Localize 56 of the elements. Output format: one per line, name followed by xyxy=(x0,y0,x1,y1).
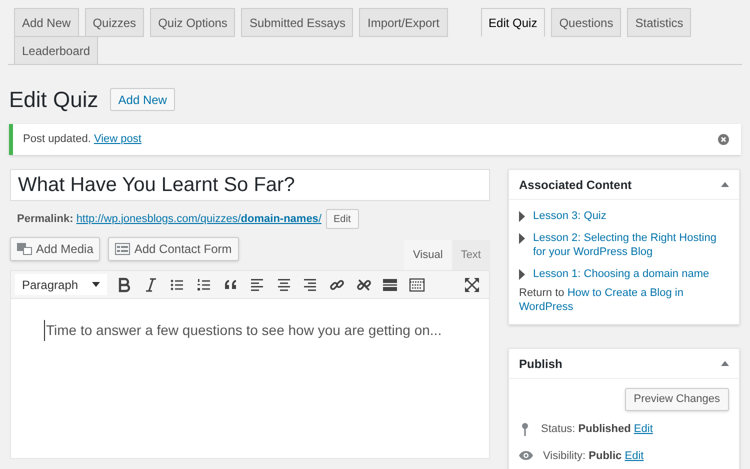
tab[interactable]: Quizzes xyxy=(84,8,144,37)
fullscreen-icon xyxy=(464,276,480,292)
preview-button[interactable]: Preview Changes xyxy=(624,388,729,411)
align-left-icon xyxy=(249,276,266,292)
permalink-link[interactable]: http://wp.jonesblogs.com/quizzes/domain-names/ xyxy=(76,212,322,225)
panel-title: Publish xyxy=(519,356,562,372)
course-link[interactable]: WordPress xyxy=(519,301,574,313)
caret-icon xyxy=(92,282,100,287)
form-icon xyxy=(115,243,130,255)
add-media-button[interactable]: Add Media xyxy=(10,237,100,261)
visibility-text: Visibility: Public Edit xyxy=(543,448,644,464)
numbered-list-icon xyxy=(196,276,212,292)
keyboard-icon xyxy=(408,276,425,292)
editor-text: Time to answer a few questions to see how you are getting on... xyxy=(44,320,442,341)
collapse-icon[interactable] xyxy=(721,182,729,187)
tab[interactable]: Statistics xyxy=(627,8,692,37)
align-right-icon xyxy=(302,276,318,292)
tab[interactable]: Submitted Essays xyxy=(241,8,354,37)
add-new-button[interactable]: Add New xyxy=(110,88,175,111)
lesson-link[interactable]: Lesson 1: Choosing a domain name xyxy=(533,267,710,281)
edit-permalink-button[interactable]: Edit xyxy=(326,209,359,229)
collapse-icon[interactable] xyxy=(721,361,729,366)
unlink-icon xyxy=(356,276,372,292)
bold-icon xyxy=(116,276,132,292)
triangle-icon xyxy=(519,211,525,222)
tab[interactable]: Edit Quiz xyxy=(480,8,546,37)
editor-tab[interactable]: Visual xyxy=(404,240,452,270)
permalink-text: Permalink: http://wp.jonesblogs.com/quizzes/domain-names/ xyxy=(17,212,322,227)
post-title-field[interactable]: What Have You Learnt So Far? xyxy=(10,169,490,201)
format-select[interactable]: Paragraph xyxy=(15,274,107,295)
edit-link[interactable]: Edit xyxy=(634,423,653,435)
read-more-icon xyxy=(382,276,398,292)
page-title: Edit Quiz xyxy=(9,86,98,114)
align-center-icon xyxy=(276,276,292,292)
panel-title: Associated Content xyxy=(519,176,632,194)
lesson-link[interactable]: Lesson 2: Selecting the Right Hosting for your WordPress Blog xyxy=(533,231,729,259)
eye-icon xyxy=(519,451,533,460)
tab[interactable]: Leaderboard xyxy=(14,36,98,65)
tab[interactable]: Add New xyxy=(14,8,79,37)
pin-icon xyxy=(522,422,528,436)
media-icon xyxy=(17,242,32,256)
course-link[interactable]: How to Create a Blog in xyxy=(567,287,684,299)
tab[interactable]: Quiz Options xyxy=(150,8,236,37)
return-text: Return to How to Create a Blog in WordPress xyxy=(519,286,684,314)
triangle-icon xyxy=(519,269,525,280)
tab[interactable]: Import/Export xyxy=(359,8,448,37)
view-post-link[interactable]: View post xyxy=(94,133,142,146)
edit-link[interactable]: Edit xyxy=(624,450,644,462)
lesson-link[interactable]: Lesson 3: Quiz xyxy=(533,209,606,223)
triangle-icon xyxy=(519,233,525,244)
tab[interactable]: Questions xyxy=(551,8,622,37)
editor-tab[interactable]: Text xyxy=(452,240,490,270)
notice-message: Post updated. View post xyxy=(23,132,142,148)
close-icon[interactable] xyxy=(718,134,729,145)
add-form-button[interactable]: Add Contact Form xyxy=(108,237,239,261)
status-text: Status: Published Edit xyxy=(541,422,653,437)
